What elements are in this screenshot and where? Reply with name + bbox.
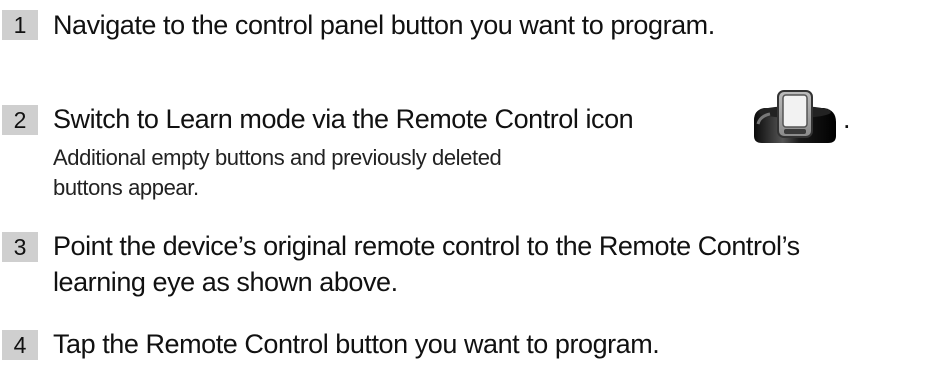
step-number: 2 [2,105,38,135]
step-note-line: Additional empty buttons and previously … [53,145,502,170]
step-text-period: . [843,104,851,134]
step-number: 3 [2,232,38,262]
step-number: 1 [2,10,38,40]
step-text: Switch to Learn mode via the Remote Cont… [53,104,634,134]
step-text: Navigate to the control panel button you… [53,10,715,40]
step-text: Tap the Remote Control button you want t… [53,329,660,359]
step-note-line: buttons appear. [53,175,199,200]
step-text-line: learning eye as shown above. [53,267,398,297]
step-number: 4 [2,330,38,360]
step-text-line: Point the device’s original remote contr… [53,231,800,261]
remote-control-icon [750,90,838,144]
